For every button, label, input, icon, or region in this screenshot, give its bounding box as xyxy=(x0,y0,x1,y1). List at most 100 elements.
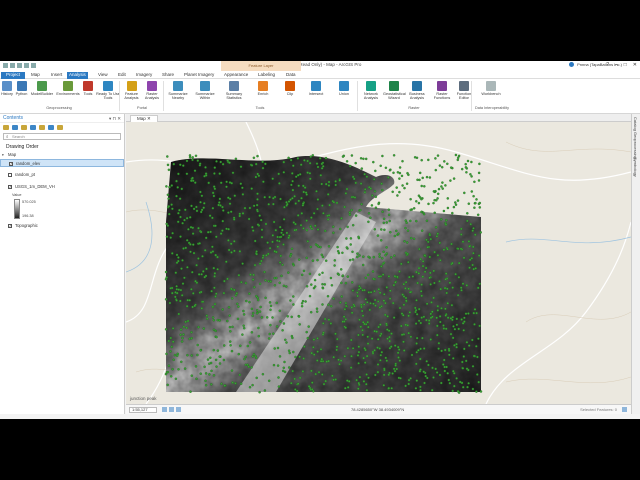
enrich-button[interactable]: Enrich xyxy=(250,81,276,96)
tab-map[interactable]: Map xyxy=(29,72,42,79)
intersect-button[interactable]: Intersect xyxy=(303,81,329,96)
random-point xyxy=(264,222,268,226)
random-point xyxy=(271,234,275,237)
list-by-selection-icon[interactable] xyxy=(21,125,27,130)
layer-usgs-dem[interactable]: ✓ USGS_1m_DEM_VH xyxy=(0,183,124,191)
union-button[interactable]: Union xyxy=(331,81,357,96)
list-by-labeling-icon[interactable] xyxy=(48,125,54,130)
random-point xyxy=(374,169,377,173)
tab-share[interactable]: Share xyxy=(160,72,176,79)
summary-statistics-button[interactable]: Summary Statistics xyxy=(220,81,248,100)
clip-button[interactable]: Clip xyxy=(278,81,302,96)
summarize-nearby-button[interactable]: Summarize Nearby xyxy=(165,81,191,100)
raster-analysis-button[interactable]: Raster Analysis xyxy=(141,81,163,100)
random-point xyxy=(477,254,481,257)
tab-edit[interactable]: Edit xyxy=(116,72,128,79)
random-point xyxy=(357,345,361,348)
random-point xyxy=(280,231,283,235)
network-analysis-button[interactable]: Network Analysis xyxy=(359,81,383,100)
random-point xyxy=(199,290,203,294)
tab-project[interactable]: Project xyxy=(1,72,25,79)
list-by-editing-icon[interactable] xyxy=(30,125,36,130)
pane-controls[interactable]: ▾ ⊓ ✕ xyxy=(109,114,121,123)
layer-visibility-checkbox[interactable]: ✓ xyxy=(9,162,13,166)
random-point xyxy=(212,318,216,322)
close-icon[interactable]: ✕ xyxy=(147,116,151,121)
layer-visibility-checkbox[interactable]: ✓ xyxy=(8,185,12,189)
layer-random-elev[interactable]: ✓ random_elev xyxy=(0,159,124,167)
list-by-drawing-order-icon[interactable] xyxy=(3,125,9,130)
tab-appearance[interactable]: Appearance xyxy=(222,72,250,79)
raster-functions-button[interactable]: Raster Functions xyxy=(431,81,453,100)
random-point xyxy=(360,309,364,313)
tab-imagery[interactable]: Imagery xyxy=(134,72,154,79)
tab-insert[interactable]: Insert xyxy=(49,72,64,79)
summarize-within-button[interactable]: Summarize Within xyxy=(192,81,218,100)
contents-search-input[interactable]: ⌕ Search xyxy=(3,133,121,140)
random-point xyxy=(362,321,365,324)
random-point xyxy=(472,194,475,198)
modelbuilder-button[interactable]: ModelBuilder xyxy=(29,81,55,96)
expand-icon[interactable]: ▾ xyxy=(2,151,4,159)
random-point xyxy=(370,337,374,340)
random-point xyxy=(366,335,369,339)
python-button[interactable]: Python xyxy=(14,81,29,96)
tab-data[interactable]: Data xyxy=(284,72,298,79)
random-point xyxy=(253,285,256,289)
clip-icon xyxy=(285,81,295,91)
tab-view[interactable]: View xyxy=(96,72,110,79)
random-point xyxy=(195,205,198,209)
tab-labeling[interactable]: Labeling xyxy=(256,72,277,79)
map-view[interactable]: junction peak xyxy=(126,122,631,404)
geostatistical-wizard-button[interactable]: Geostatistical Wizard xyxy=(383,81,406,100)
function-editor-button[interactable]: Function Editor xyxy=(452,81,476,100)
refresh-icon[interactable] xyxy=(176,407,181,412)
random-point xyxy=(248,385,252,389)
random-point xyxy=(238,250,242,253)
random-point xyxy=(283,205,286,209)
symbology-pane-tab[interactable]: Symbology xyxy=(633,157,638,177)
ready-tools-button[interactable]: Ready To Use Tools xyxy=(96,81,120,100)
random-point xyxy=(341,320,345,323)
business-analysis-button[interactable]: Business Analysis xyxy=(405,81,429,100)
random-point xyxy=(452,325,455,328)
pause-drawing-icon[interactable] xyxy=(622,407,627,412)
random-point xyxy=(395,229,398,233)
random-point xyxy=(332,225,335,228)
layer-topographic[interactable]: ✓ Topographic xyxy=(0,222,124,230)
map-annotation: junction peak xyxy=(129,396,157,401)
tab-planet-imagery[interactable]: Planet Imagery xyxy=(182,72,216,79)
grid-icon[interactable] xyxy=(169,407,174,412)
catalog-pane-tab[interactable]: Catalog xyxy=(633,117,638,131)
scale-selector[interactable]: 1:55,127 xyxy=(129,407,157,413)
list-by-snapping-icon[interactable] xyxy=(39,125,45,130)
search-placeholder: Search xyxy=(12,134,25,139)
geoprocessing-pane-tab[interactable]: Geoprocessing xyxy=(633,132,638,159)
tab-analysis[interactable]: Analysis xyxy=(67,72,88,79)
maximize-icon[interactable]: □ xyxy=(624,62,627,68)
environments-button[interactable]: Environments xyxy=(56,81,80,96)
random-point xyxy=(306,240,310,243)
random-point xyxy=(467,344,471,347)
toolbox-button[interactable]: Tools xyxy=(80,81,96,96)
layer-random-pt[interactable]: random_pt xyxy=(0,171,124,179)
map-canvas[interactable]: junction peak xyxy=(126,122,631,404)
layer-visibility-checkbox[interactable]: ✓ xyxy=(8,224,12,228)
list-by-source-icon[interactable] xyxy=(12,125,18,130)
random-point xyxy=(260,235,264,239)
map-view-tab[interactable]: Map ✕ xyxy=(130,115,158,122)
feature-analysis-button[interactable]: Feature Analysis xyxy=(122,81,141,100)
map-item[interactable]: ▾ Map xyxy=(0,151,124,159)
random-point xyxy=(440,165,444,169)
random-point xyxy=(231,171,235,175)
navigator-icon[interactable] xyxy=(162,407,167,412)
ribbon-group-label: Tools xyxy=(255,106,265,110)
user-account[interactable]: Pnnna (TapaBations Inc.) xyxy=(569,62,622,67)
workbench-button[interactable]: Workbench xyxy=(480,81,502,96)
close-icon[interactable]: ✕ xyxy=(633,62,637,68)
list-by-perspective-icon[interactable] xyxy=(57,125,63,130)
random-point xyxy=(251,225,254,229)
history-button[interactable]: History xyxy=(0,81,14,96)
layer-visibility-checkbox[interactable] xyxy=(8,173,12,177)
random-point xyxy=(382,384,386,387)
